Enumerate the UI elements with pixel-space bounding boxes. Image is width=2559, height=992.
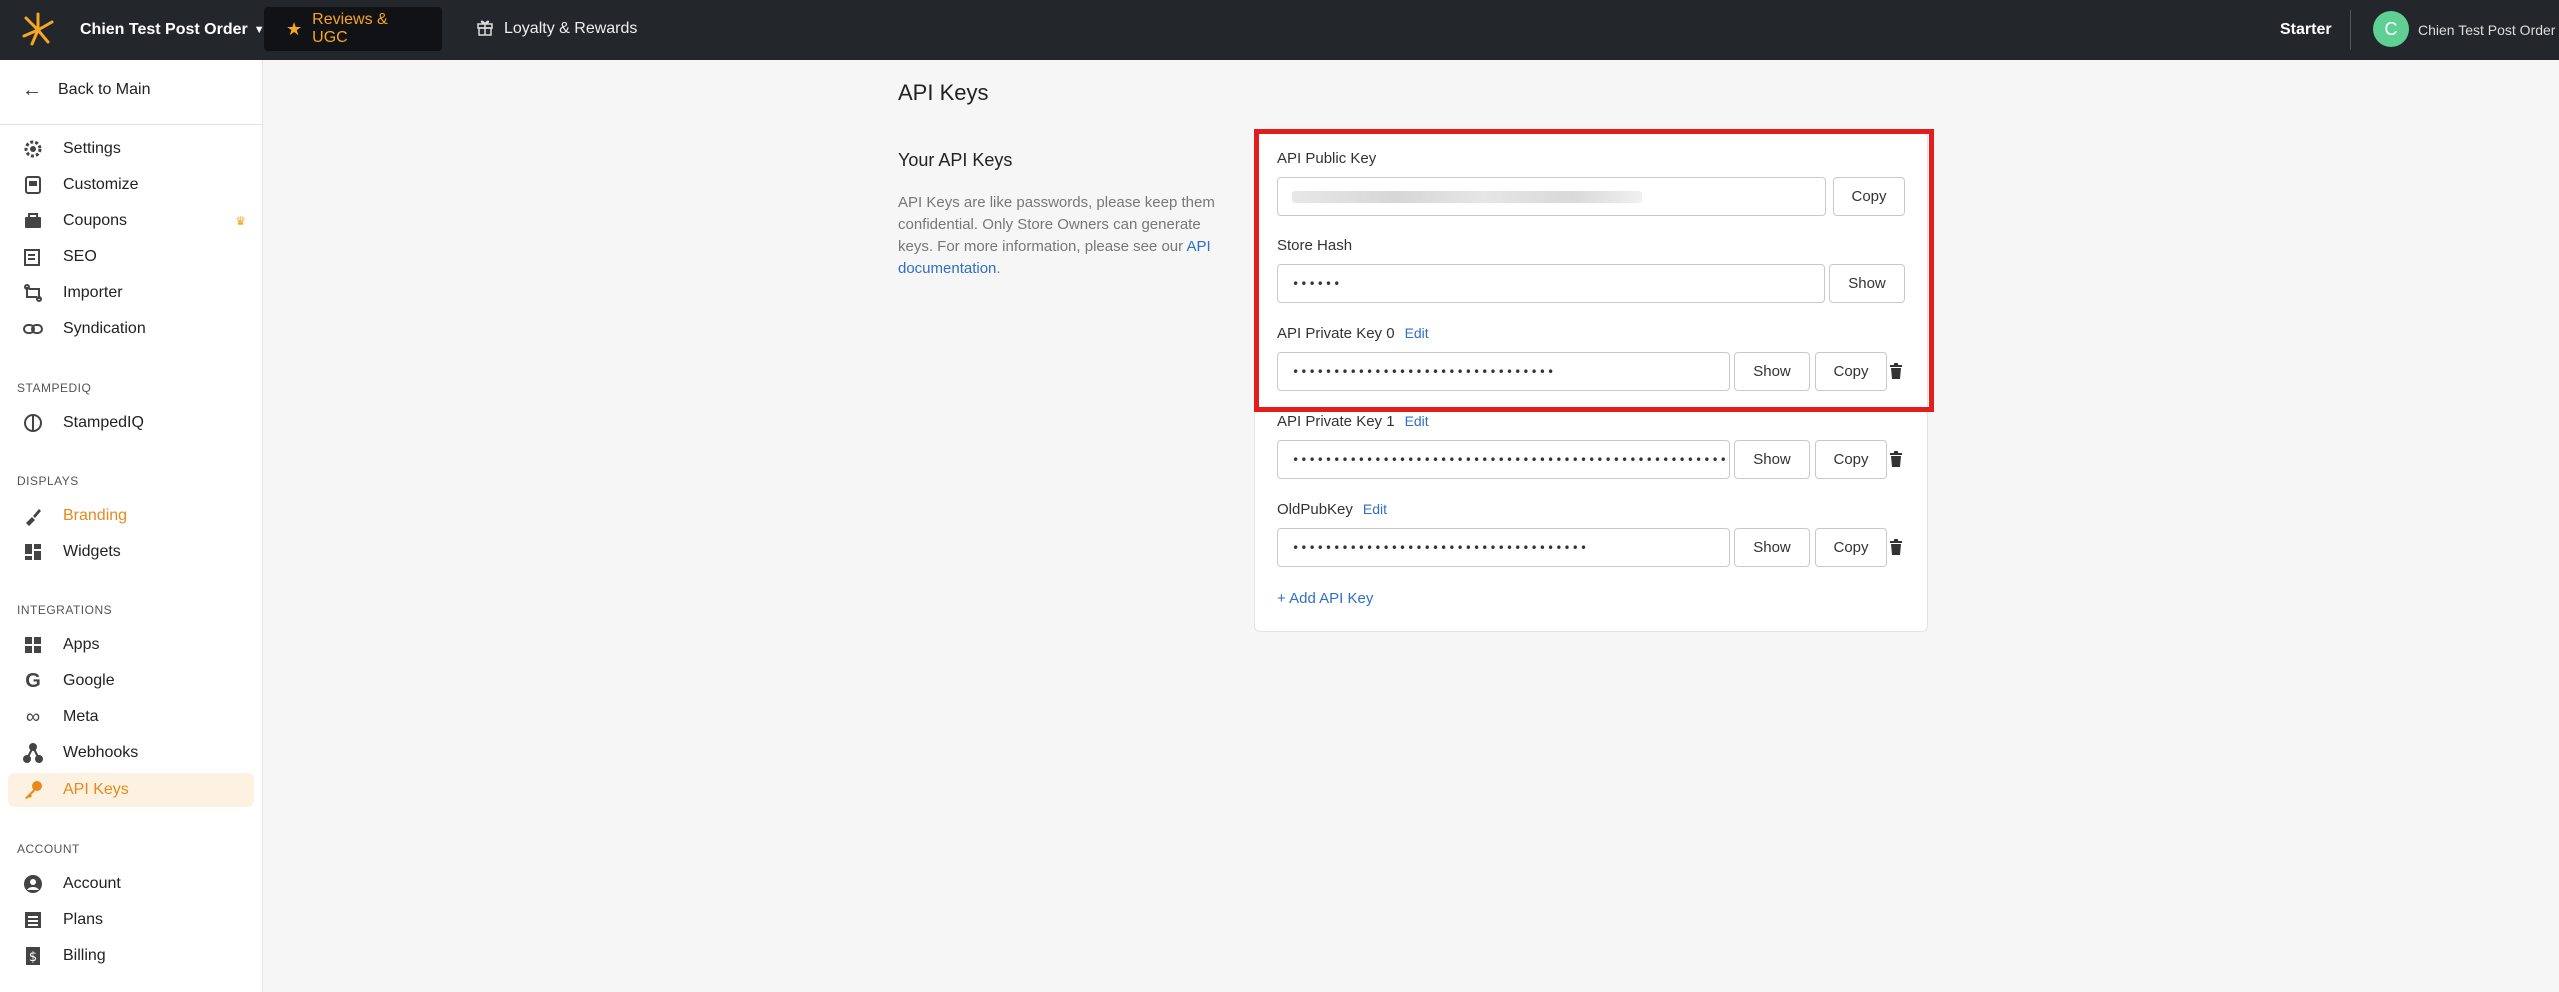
edit-private-key-1-link[interactable]: Edit: [1405, 413, 1429, 429]
sidebar-item-label: Settings: [63, 140, 121, 157]
show-old-pub-key-button[interactable]: Show: [1734, 528, 1810, 567]
billing-icon: $: [21, 944, 45, 968]
field-label-old-pub-key: OldPubKey Edit: [1277, 501, 1387, 518]
sidebar-item-label: Plans: [63, 911, 104, 928]
avatar[interactable]: C: [2373, 11, 2409, 47]
sidebar-item-label: Coupons: [63, 212, 128, 229]
add-api-key-link[interactable]: + Add API Key: [1277, 590, 1373, 607]
section-title-integrations: INTEGRATIONS: [17, 603, 113, 617]
edit-old-pub-key-link[interactable]: Edit: [1363, 501, 1387, 517]
google-icon: G: [25, 669, 41, 692]
star-icon: ★: [286, 18, 303, 39]
top-divider: [2350, 10, 2351, 50]
svg-text:$: $: [29, 950, 37, 965]
user-name[interactable]: Chien Test Post Order: [2418, 0, 2555, 60]
sidebar-item-label: Webhooks: [63, 744, 139, 761]
sidebar-item-google[interactable]: G Google: [8, 664, 254, 698]
account-icon: [21, 872, 45, 896]
sidebar-item-importer[interactable]: Importer: [8, 276, 254, 310]
sidebar-item-meta[interactable]: ∞ Meta: [8, 700, 254, 734]
section-description: API Keys are like passwords, please keep…: [898, 192, 1228, 280]
sidebar-item-label: Syndication: [63, 320, 146, 337]
key-icon: [21, 778, 45, 802]
stampediq-icon: [21, 411, 45, 435]
branding-icon: [21, 504, 45, 528]
widgets-icon: [21, 540, 45, 564]
premium-badge-icon: ♛: [235, 214, 246, 228]
tab-reviews-ugc[interactable]: ★ Reviews & UGC: [264, 7, 442, 51]
sidebar-item-branding[interactable]: Branding: [8, 499, 254, 533]
old-pub-key-input[interactable]: ••••••••••••••••••••••••••••••••••••: [1277, 528, 1730, 567]
sidebar-item-label: Customize: [63, 176, 139, 193]
sidebar-item-label: API Keys: [63, 781, 129, 798]
tab-loyalty-rewards[interactable]: Loyalty & Rewards: [454, 7, 659, 51]
tab-label: Reviews & UGC: [312, 11, 388, 46]
sidebar-item-seo[interactable]: SEO: [8, 240, 254, 274]
old-pub-key-label: OldPubKey: [1277, 501, 1353, 518]
stamped-logo-icon[interactable]: [18, 10, 58, 50]
store-switcher[interactable]: Chien Test Post Order ▼: [80, 0, 265, 60]
private-key-1-input[interactable]: ••••••••••••••••••••••••••••••••••••••••…: [1277, 440, 1730, 479]
back-to-main-link[interactable]: ← Back to Main: [0, 72, 262, 108]
sidebar-item-label: Billing: [63, 947, 106, 964]
section-title-account: ACCOUNT: [17, 842, 80, 856]
sidebar-divider: [0, 124, 262, 125]
sidebar-item-coupons[interactable]: Coupons ♛: [8, 204, 254, 238]
description-end: .: [996, 260, 1001, 277]
sidebar-item-label: Widgets: [63, 543, 121, 560]
sidebar-item-account[interactable]: Account: [8, 867, 254, 901]
sidebar-item-stampediq[interactable]: StampedIQ: [8, 406, 254, 440]
sidebar-item-label: Branding: [63, 507, 128, 524]
meta-icon: ∞: [25, 705, 41, 728]
sidebar: ← Back to Main Settings Customize Coupon…: [0, 60, 263, 992]
customize-icon: [21, 173, 45, 197]
plans-icon: [21, 908, 45, 932]
apps-icon: [21, 633, 45, 657]
sidebar-item-billing[interactable]: $ Billing: [8, 939, 254, 973]
sidebar-item-label: Apps: [63, 636, 100, 653]
private-key-1-label: API Private Key 1: [1277, 413, 1395, 430]
sidebar-item-webhooks[interactable]: Webhooks: [8, 736, 254, 770]
description-text: API Keys are like passwords, please keep…: [898, 194, 1215, 255]
importer-icon: [21, 281, 45, 305]
webhooks-icon: [21, 741, 45, 765]
section-title-displays: DISPLAYS: [17, 474, 79, 488]
sidebar-item-api-keys[interactable]: API Keys: [8, 773, 254, 807]
gift-icon: [476, 18, 494, 41]
sidebar-item-widgets[interactable]: Widgets: [8, 535, 254, 569]
plan-label[interactable]: Starter: [2280, 0, 2332, 60]
section-title-stampediq: STAMPEDIQ: [17, 381, 92, 395]
field-label-private-key-1: API Private Key 1 Edit: [1277, 413, 1429, 430]
page-title: API Keys: [898, 80, 989, 105]
delete-private-key-1-icon[interactable]: [1887, 449, 1905, 469]
gear-icon: [21, 137, 45, 161]
copy-private-key-1-button[interactable]: Copy: [1815, 440, 1887, 479]
sidebar-item-apps[interactable]: Apps: [8, 628, 254, 662]
tab-label: Loyalty & Rewards: [504, 20, 638, 37]
coupons-icon: [21, 209, 45, 233]
sidebar-item-customize[interactable]: Customize: [8, 168, 254, 202]
back-label: Back to Main: [58, 81, 151, 98]
copy-old-pub-key-button[interactable]: Copy: [1815, 528, 1887, 567]
sidebar-item-syndication[interactable]: Syndication: [8, 312, 254, 346]
link-icon: [21, 317, 45, 341]
store-name: Chien Test Post Order: [80, 21, 248, 38]
show-private-key-1-button[interactable]: Show: [1734, 440, 1810, 479]
sidebar-item-settings[interactable]: Settings: [8, 132, 254, 166]
highlight-box: [1254, 129, 1934, 412]
sidebar-item-plans[interactable]: Plans: [8, 903, 254, 937]
sidebar-item-label: Google: [63, 672, 115, 689]
section-heading: Your API Keys: [898, 150, 1013, 170]
sidebar-item-label: Account: [63, 875, 121, 892]
sidebar-item-label: Meta: [63, 708, 99, 725]
caret-down-icon: ▼: [253, 24, 265, 36]
top-bar: Chien Test Post Order ▼ ★ Reviews & UGC …: [0, 0, 2559, 60]
sidebar-item-label: SEO: [63, 248, 97, 265]
arrow-left-icon: ←: [22, 78, 42, 101]
seo-icon: [21, 245, 45, 269]
sidebar-item-label: StampedIQ: [63, 414, 144, 431]
delete-old-pub-key-icon[interactable]: [1887, 537, 1905, 557]
sidebar-item-label: Importer: [63, 284, 123, 301]
